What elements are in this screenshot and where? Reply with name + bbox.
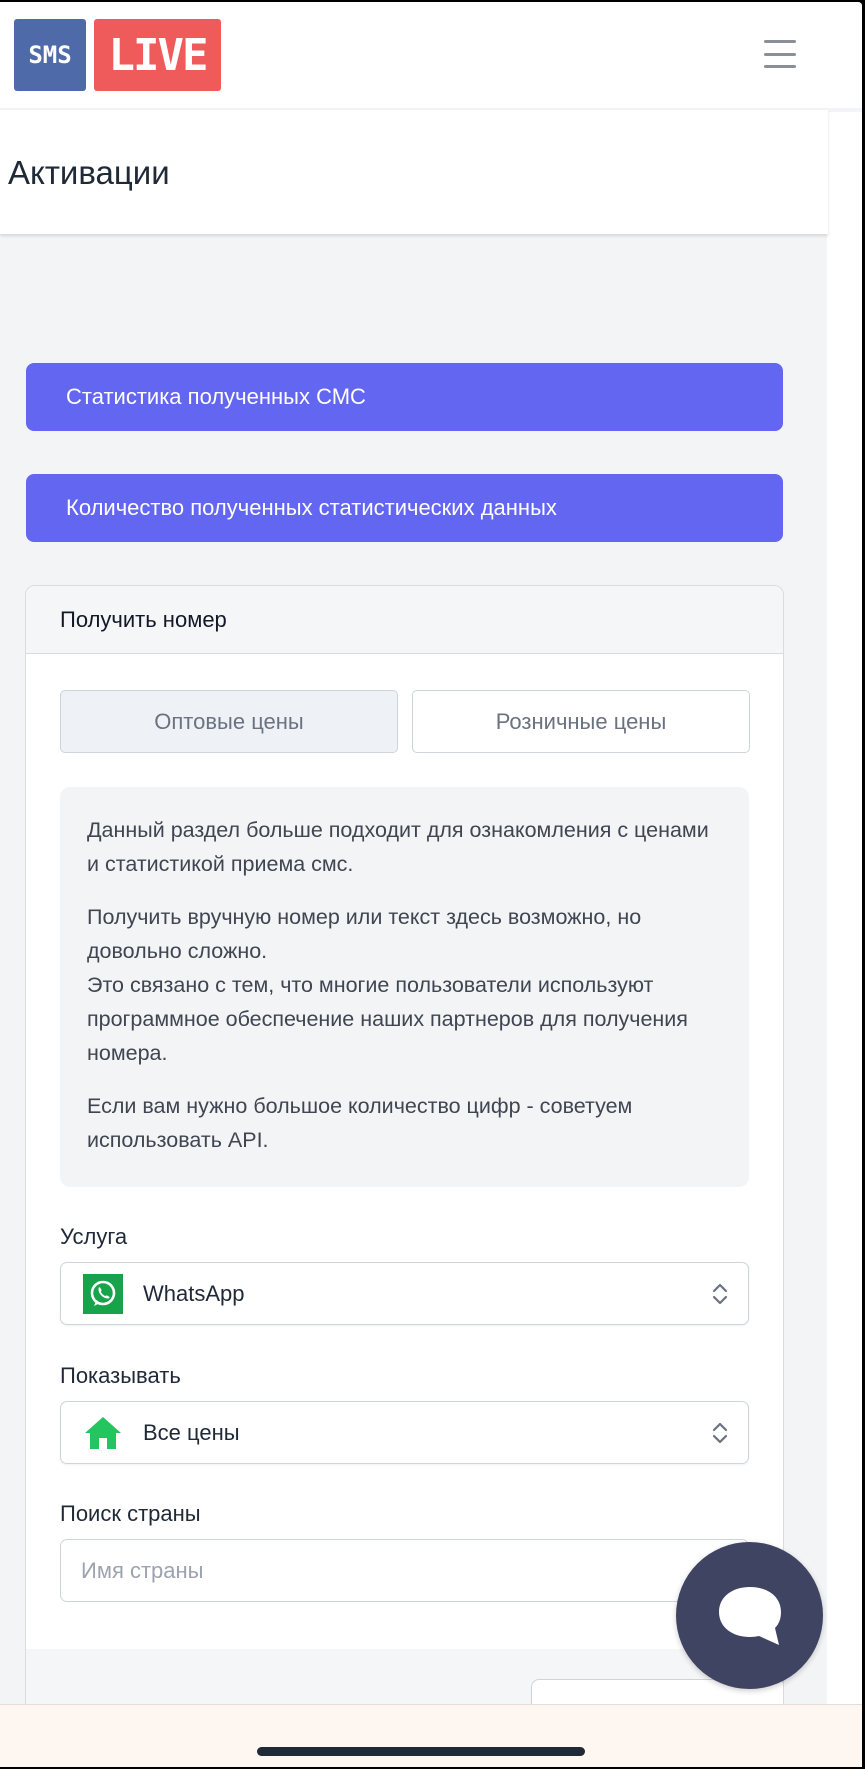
- info-text: Данный раздел больше подходит для ознако…: [87, 818, 709, 876]
- info-box: Данный раздел больше подходит для ознако…: [60, 787, 749, 1187]
- logo-live[interactable]: LIVE: [94, 19, 221, 91]
- page-header: Активации: [0, 110, 828, 234]
- info-text-line: Это связано с тем, что многие пользовате…: [87, 973, 688, 1065]
- card-title: Получить номер: [26, 586, 783, 654]
- sms-stats-button[interactable]: Статистика полученных СМС: [26, 363, 783, 431]
- info-text-line: Получить вручную номер или текст здесь в…: [87, 905, 642, 963]
- whatsapp-icon: [83, 1273, 123, 1314]
- home-icon: [83, 1413, 123, 1453]
- service-label: Услуга: [60, 1224, 128, 1249]
- info-text: Если вам нужно большое количество цифр -…: [87, 1094, 633, 1152]
- country-search-input[interactable]: [60, 1539, 749, 1602]
- page-viewport: SMS LIVE Активации Статистика полученных…: [0, 2, 862, 1767]
- top-navbar: SMS LIVE: [0, 2, 862, 108]
- data-count-button[interactable]: Количество полученных статистических дан…: [26, 474, 783, 542]
- menu-icon[interactable]: [764, 40, 796, 68]
- tab-retail-prices[interactable]: Розничные цены: [412, 690, 750, 753]
- chat-bubble-icon: [718, 1586, 781, 1645]
- page-title: Активации: [8, 154, 170, 191]
- service-select[interactable]: WhatsApp: [60, 1262, 749, 1325]
- chat-button[interactable]: [676, 1542, 823, 1689]
- page-edge: [827, 112, 862, 1767]
- logo-sms[interactable]: SMS: [14, 19, 86, 91]
- chevron-updown-icon: [712, 1283, 728, 1305]
- info-text: Получить вручную номер или текст здесь в…: [87, 900, 722, 1070]
- chevron-updown-icon: [712, 1422, 728, 1444]
- show-select[interactable]: Все цены: [60, 1401, 749, 1464]
- show-label: Показывать: [60, 1363, 181, 1388]
- tab-wholesale-prices[interactable]: Оптовые цены: [60, 690, 398, 753]
- get-number-card: Получить номер Оптовые цены Розничные це…: [25, 585, 784, 1767]
- browser-bottom-bar: [0, 1704, 862, 1767]
- show-value: Все цены: [143, 1419, 240, 1445]
- service-value: WhatsApp: [143, 1280, 245, 1306]
- country-search-label: Поиск страны: [60, 1501, 201, 1526]
- home-indicator[interactable]: [257, 1747, 585, 1756]
